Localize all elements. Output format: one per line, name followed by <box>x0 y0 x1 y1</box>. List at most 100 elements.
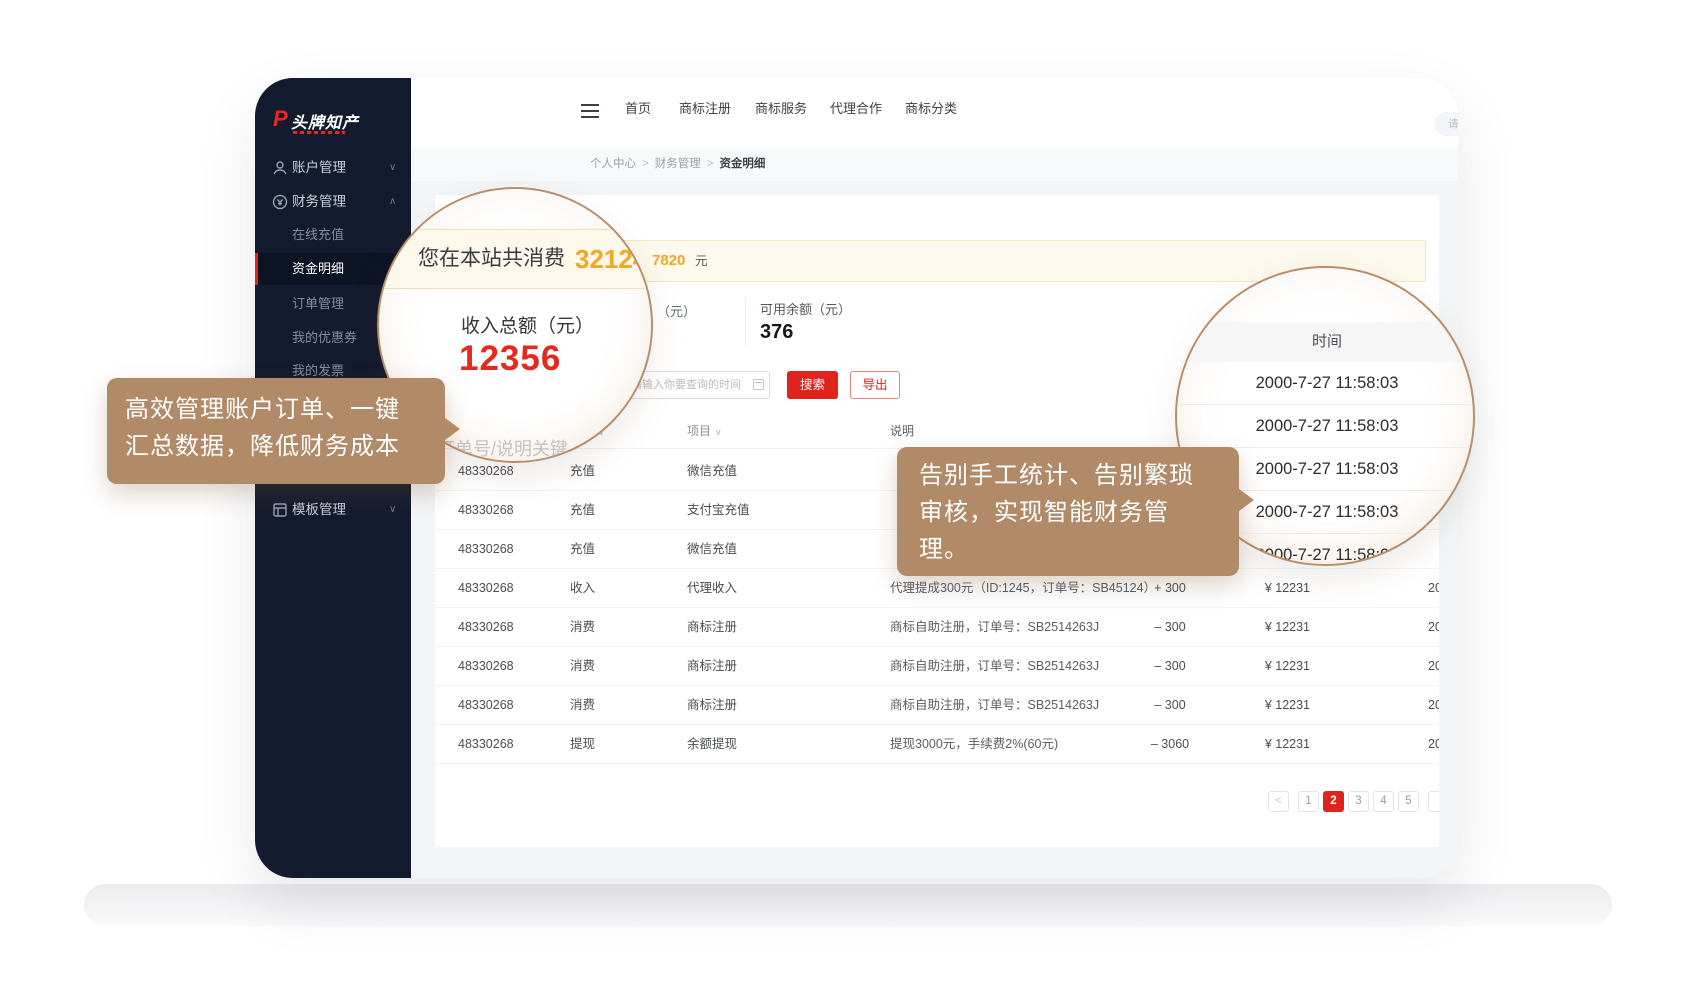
page-prev-button[interactable]: < <box>1268 791 1289 812</box>
cell-type: 充值 <box>570 491 595 530</box>
search-button[interactable]: 搜索 <box>787 371 838 399</box>
breadcrumb-bar: 个人中心>财务管理>资金明细 <box>411 148 1458 181</box>
cell-order: 48330268 <box>458 608 514 647</box>
page-button-1[interactable]: 1 <box>1298 791 1319 812</box>
cell-project: 微信充值 <box>687 452 737 491</box>
breadcrumb-item-home[interactable]: 个人中心 <box>590 158 636 170</box>
cell-order: 48330268 <box>458 530 514 569</box>
cell-order: 48330268 <box>458 569 514 608</box>
cell-balance: ¥ 12231 <box>1225 647 1310 686</box>
cell-project: 代理收入 <box>687 569 737 608</box>
calendar-icon[interactable] <box>753 379 764 390</box>
laptop-base <box>84 884 1612 926</box>
page-button-4[interactable]: 4 <box>1373 791 1394 812</box>
topbar-search-input[interactable] <box>1434 112 1458 136</box>
magnified-time-cell: 2000-7-27 11:58:03 <box>1177 405 1475 448</box>
stage: P 头牌知产 账户管理 ∨ 财务管理 ∧ 在线充值 <box>0 0 1696 1002</box>
magnified-banner-prefix: 您在本站共消费 <box>418 230 565 288</box>
cell-type: 消费 <box>570 647 595 686</box>
sidebar-subitem-label: 我的优惠券 <box>292 322 357 354</box>
sidebar-item-label: 账户管理 <box>292 152 346 184</box>
logo-text: 头牌知产 <box>291 109 359 133</box>
logo-mark: P <box>273 106 288 132</box>
sidebar-item-finance[interactable]: 财务管理 ∧ <box>255 186 411 218</box>
cell-time: 2000-7-27 11:58:03 <box>1428 647 1439 686</box>
magnified-income-value: 12356 <box>459 339 561 379</box>
page-button-5[interactable]: 5 <box>1398 791 1419 812</box>
breadcrumb: 个人中心>财务管理>资金明细 <box>590 148 765 181</box>
cell-project: 余额提现 <box>687 725 737 764</box>
magnified-banner-amount: 32124 <box>575 230 647 288</box>
magnified-time-cell: 2000-7-27 11:58:03 <box>1177 362 1475 405</box>
callout-right: 告别手工统计、告别繁琐 审核，实现智能财务管 理。 <box>897 447 1239 576</box>
callout-right-text: 告别手工统计、告别繁琐 审核，实现智能财务管 理。 <box>919 457 1194 568</box>
sidebar-subitem-label: 资金明细 <box>292 253 344 285</box>
chevron-down-icon: ∨ <box>389 152 396 184</box>
header-desc: 说明 <box>890 413 914 449</box>
breadcrumb-item-finance[interactable]: 财务管理 <box>655 158 701 170</box>
hamburger-icon[interactable] <box>581 104 599 118</box>
table-row: 48330268 消费 商标注册 商标自助注册，订单号：SB2514263J –… <box>435 686 1439 725</box>
nav-item-agent-coop[interactable]: 代理合作 <box>830 78 882 140</box>
stat-mid-label: （元） <box>657 301 696 320</box>
stat-balance-label: 可用余额（元） <box>760 299 851 318</box>
breadcrumb-separator: > <box>642 158 649 170</box>
cell-time: 2000-7-27 11:58:03 <box>1428 608 1439 647</box>
cell-desc: 商标自助注册，订单号：SB2514263J <box>890 686 1099 725</box>
page-button-clipped[interactable] <box>1428 791 1439 812</box>
nav-item-trademark-category[interactable]: 商标分类 <box>905 78 957 140</box>
cell-type: 充值 <box>570 530 595 569</box>
export-button[interactable]: 导出 <box>850 371 900 399</box>
cell-time: 2000-7-27 11:58:03 <box>1428 725 1439 764</box>
cell-project: 支付宝充值 <box>687 491 750 530</box>
cell-balance: ¥ 12231 <box>1225 686 1310 725</box>
nav-item-trademark-service[interactable]: 商标服务 <box>755 78 807 140</box>
cell-type: 收入 <box>570 569 595 608</box>
table-row: 48330268 消费 商标注册 商标自助注册，订单号：SB2514263J –… <box>435 647 1439 686</box>
sidebar-item-label: 财务管理 <box>292 186 346 218</box>
finance-icon <box>271 193 289 211</box>
nav-item-trademark-register[interactable]: 商标注册 <box>679 78 731 140</box>
page-button-3[interactable]: 3 <box>1348 791 1369 812</box>
magnified-income-label: 收入总额（元） <box>461 311 594 338</box>
cell-order: 48330268 <box>458 725 514 764</box>
chevron-up-icon: ∧ <box>389 186 396 218</box>
header-project[interactable]: 项目∨ <box>687 413 722 450</box>
sidebar-item-template[interactable]: 模板管理 ∨ <box>255 494 411 526</box>
cell-order: 48330268 <box>458 647 514 686</box>
template-icon <box>271 501 289 519</box>
banner-amount: 7820 <box>652 241 685 281</box>
cell-project: 微信充值 <box>687 530 737 569</box>
table-row: 48330268 消费 商标注册 商标自助注册，订单号：SB2514263J –… <box>435 608 1439 647</box>
stat-divider <box>745 297 746 345</box>
table-row: 48330268 提现 余额提现 提现3000元，手续费2%(60元) – 30… <box>435 725 1439 764</box>
topbar: 首页 商标注册 商标服务 代理合作 商标分类 <box>411 78 1458 148</box>
page-button-2-active[interactable]: 2 <box>1323 791 1344 812</box>
stat-balance-value: 376 <box>760 321 793 344</box>
nav-item-home[interactable]: 首页 <box>625 78 651 140</box>
cell-amount: – 3060 <box>1125 725 1215 764</box>
sidebar-subitem-label: 订单管理 <box>292 288 344 320</box>
cell-balance: ¥ 12231 <box>1225 608 1310 647</box>
user-icon <box>271 159 289 177</box>
cell-order: 48330268 <box>458 686 514 725</box>
cell-time: 2000-7-27 11:58:03 <box>1428 686 1439 725</box>
magnified-time-header: 时间 <box>1177 322 1475 362</box>
cell-project: 商标注册 <box>687 686 737 725</box>
cell-desc: 商标自助注册，订单号：SB2514263J <box>890 608 1099 647</box>
callout-arrow-right-icon <box>1239 489 1265 511</box>
cell-time: 2000-7-27 11:58:03 <box>1428 569 1439 608</box>
callout-left: 高效管理账户订单、一键 汇总数据，降低财务成本 <box>107 378 445 484</box>
callout-left-text: 高效管理账户订单、一键 汇总数据，降低财务成本 <box>125 391 400 465</box>
cell-balance: ¥ 12231 <box>1225 725 1310 764</box>
cell-amount: – 300 <box>1125 647 1215 686</box>
cell-type: 消费 <box>570 608 595 647</box>
chevron-down-icon: ∨ <box>389 494 396 526</box>
breadcrumb-separator: > <box>707 158 714 170</box>
cell-type: 提现 <box>570 725 595 764</box>
cell-amount: – 300 <box>1125 686 1215 725</box>
cell-amount: – 300 <box>1125 608 1215 647</box>
cell-project: 商标注册 <box>687 608 737 647</box>
sidebar-item-account[interactable]: 账户管理 ∨ <box>255 152 411 184</box>
banner-unit: 元 <box>695 241 708 281</box>
